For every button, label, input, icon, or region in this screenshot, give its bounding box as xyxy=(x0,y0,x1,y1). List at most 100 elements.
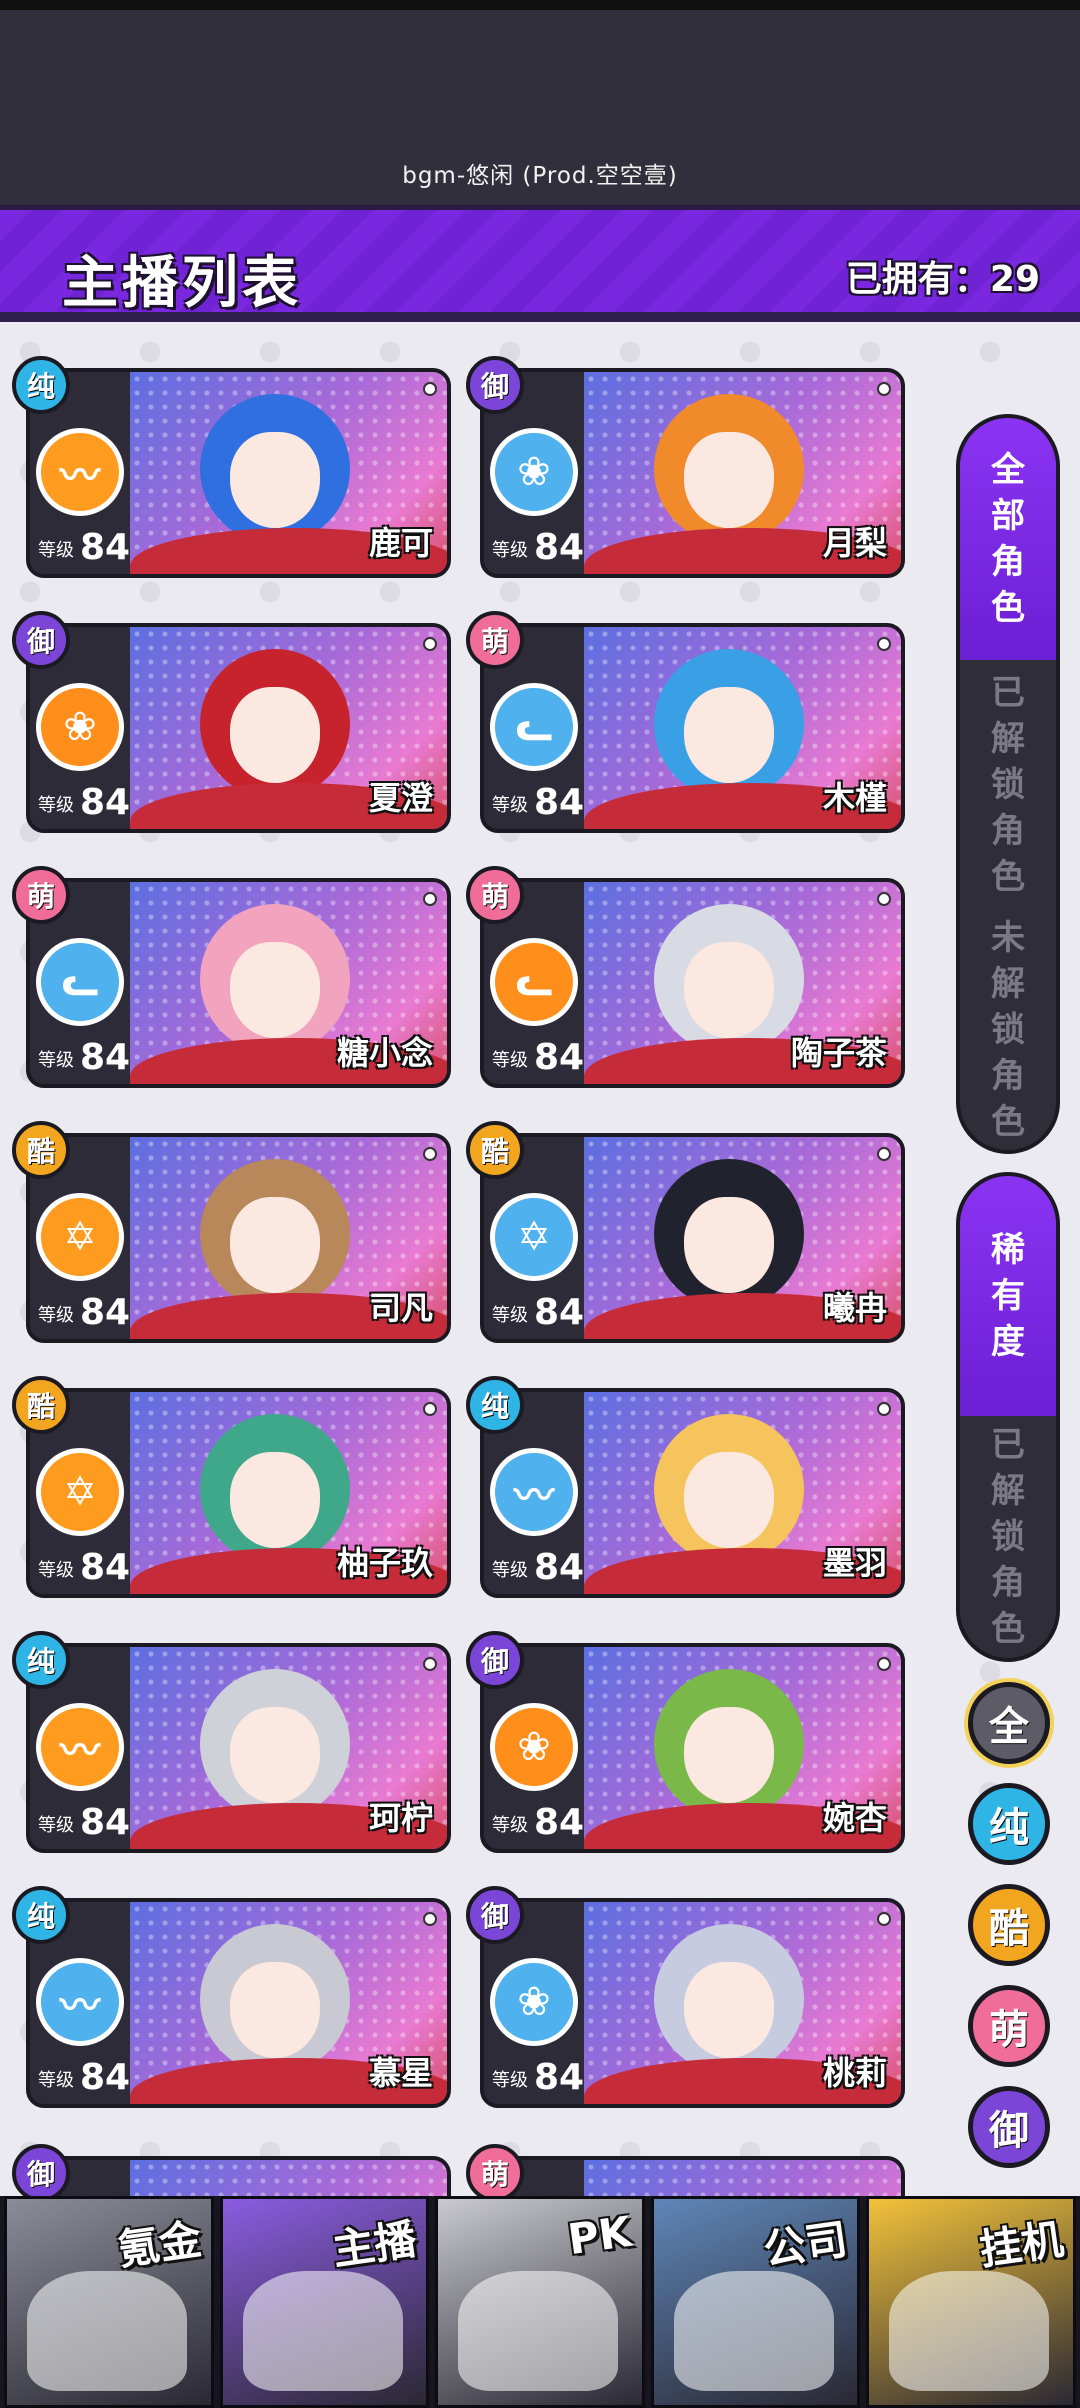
type-filter-1[interactable]: 纯 xyxy=(968,1783,1050,1865)
streamer-card[interactable]: ❀ 等级 84 婉杏 xyxy=(480,1643,905,1853)
type-badge: 纯 xyxy=(466,1376,524,1434)
filter-locked-label: 未解锁角色 xyxy=(991,918,1025,1142)
level-label: 等级 xyxy=(492,540,528,561)
streamer-card[interactable]: 〰 等级 84 珂柠 xyxy=(26,1643,451,1853)
streamer-portrait-hair xyxy=(654,649,804,799)
streamer-portrait-hair xyxy=(200,1669,350,1819)
streamer-name: 木槿 xyxy=(822,779,887,817)
streamer-portrait-hair xyxy=(654,1159,804,1309)
card-dot xyxy=(423,382,437,396)
nav-tab-3[interactable]: 公司 xyxy=(650,2196,861,2408)
streamer-card[interactable]: 〰 等级 84 鹿可 xyxy=(26,368,451,578)
level-value: 84 xyxy=(534,1802,585,1843)
type-badge: 萌 xyxy=(12,866,70,924)
streamer-portrait-hair xyxy=(200,1414,350,1564)
level-label: 等级 xyxy=(38,1050,74,1071)
bottom-nav: 氪金 主播 PK 公司 挂机 xyxy=(0,2196,1080,2408)
filter-rarity-unlocked[interactable]: 已解锁角色 xyxy=(960,1416,1056,1658)
streamer-portrait-hair xyxy=(654,1924,804,2074)
level-value: 84 xyxy=(80,1292,131,1333)
star-icon: ✡ xyxy=(36,1193,124,1281)
streamer-card[interactable]: ᓚ 等级 84 木槿 xyxy=(480,623,905,833)
filter-rarity-panel: 稀有度 已解锁角色 xyxy=(956,1172,1060,1662)
streamer-card[interactable]: ✡ 等级 84 司凡 xyxy=(26,1133,451,1343)
rose-icon: ❀ xyxy=(490,428,578,516)
level-value: 84 xyxy=(534,782,585,823)
level-value: 84 xyxy=(534,1292,585,1333)
card-dot xyxy=(423,1147,437,1161)
level-label: 等级 xyxy=(492,1050,528,1071)
type-badge: 萌 xyxy=(466,2144,524,2202)
level-value: 84 xyxy=(80,1802,131,1843)
level-label: 等级 xyxy=(492,795,528,816)
streamer-card[interactable]: ❀ 等级 84 月梨 xyxy=(480,368,905,578)
cat-icon: ᓚ xyxy=(490,938,578,1026)
filter-rarity[interactable]: 稀有度 xyxy=(960,1176,1056,1416)
type-filter-3[interactable]: 萌 xyxy=(968,1985,1050,2067)
type-badge: 御 xyxy=(466,356,524,414)
nav-tab-4[interactable]: 挂机 xyxy=(866,2196,1076,2408)
streamer-portrait-hair xyxy=(654,1414,804,1564)
filter-rarity-label: 稀有度 xyxy=(991,1230,1025,1362)
streamer-portrait-hair xyxy=(200,1924,350,2074)
star-icon: ✡ xyxy=(36,1448,124,1536)
rose-icon: ❀ xyxy=(490,1958,578,2046)
level-label: 等级 xyxy=(38,2070,74,2091)
type-badge: 纯 xyxy=(12,356,70,414)
streamer-name: 珂柠 xyxy=(368,1799,433,1837)
nav-tab-2[interactable]: PK xyxy=(435,2196,645,2408)
level-value: 84 xyxy=(80,1037,131,1078)
filter-unlocked-roles[interactable]: 已解锁角色 xyxy=(960,660,1056,910)
filter-unlocked-label: 已解锁角色 xyxy=(991,673,1025,897)
card-dot xyxy=(423,637,437,651)
filter-all-roles[interactable]: 全部角色 xyxy=(960,418,1056,660)
page-title: 主播列表 xyxy=(62,251,302,316)
heartbeat-icon: 〰 xyxy=(36,428,124,516)
level-label: 等级 xyxy=(38,1305,74,1326)
nav-art xyxy=(458,2271,619,2391)
streamer-card[interactable]: 〰 等级 84 慕星 xyxy=(26,1898,451,2108)
filter-rarity-unlocked-label: 已解锁角色 xyxy=(991,1425,1025,1649)
streamer-name: 曦冉 xyxy=(822,1289,887,1327)
streamer-card[interactable]: 〰 等级 84 墨羽 xyxy=(480,1388,905,1598)
heartbeat-icon: 〰 xyxy=(490,1448,578,1536)
nav-tab-1[interactable]: 主播 xyxy=(219,2196,430,2408)
card-dot xyxy=(877,1657,891,1671)
streamer-card[interactable]: ❀ 等级 84 桃莉 xyxy=(480,1898,905,2108)
nav-label: PK xyxy=(565,2206,635,2265)
type-badge: 纯 xyxy=(12,1886,70,1944)
nav-art xyxy=(242,2271,403,2391)
level-value: 84 xyxy=(534,2057,585,2098)
heartbeat-icon: 〰 xyxy=(36,1958,124,2046)
filter-locked-roles[interactable]: 未解锁角色 xyxy=(960,910,1056,1150)
card-dot xyxy=(423,1402,437,1416)
streamer-name: 鹿可 xyxy=(368,524,433,562)
level-value: 84 xyxy=(80,1547,131,1588)
streamer-portrait-hair xyxy=(654,904,804,1054)
level-label: 等级 xyxy=(492,1815,528,1836)
streamer-card[interactable]: ᓚ 等级 84 糖小念 xyxy=(26,878,451,1088)
level-value: 84 xyxy=(534,1547,585,1588)
card-dot xyxy=(877,1912,891,1926)
rose-icon: ❀ xyxy=(490,1703,578,1791)
type-filter-4[interactable]: 御 xyxy=(968,2086,1050,2168)
streamer-portrait-hair xyxy=(654,394,804,544)
streamer-name: 糖小念 xyxy=(336,1034,433,1072)
level-label: 等级 xyxy=(38,795,74,816)
streamer-card[interactable]: ᓚ 等级 84 陶子茶 xyxy=(480,878,905,1088)
owned-count: 已拥有：29 xyxy=(845,259,1040,300)
star-icon: ✡ xyxy=(490,1193,578,1281)
type-filter-2[interactable]: 酷 xyxy=(968,1884,1050,1966)
nav-tab-0[interactable]: 氪金 xyxy=(4,2196,214,2408)
streamer-card[interactable]: ❀ 等级 84 夏澄 xyxy=(26,623,451,833)
type-filter-0[interactable]: 全 xyxy=(968,1682,1050,1764)
streamer-portrait-hair xyxy=(200,649,350,799)
streamer-card[interactable]: ✡ 等级 84 柚子玖 xyxy=(26,1388,451,1598)
streamer-name: 柚子玖 xyxy=(336,1544,433,1582)
streamer-card[interactable]: ✡ 等级 84 曦冉 xyxy=(480,1133,905,1343)
nav-art xyxy=(889,2271,1050,2391)
streamer-name: 陶子茶 xyxy=(790,1034,887,1072)
streamer-name: 婉杏 xyxy=(822,1799,887,1837)
type-badge: 酷 xyxy=(12,1376,70,1434)
card-dot xyxy=(423,892,437,906)
